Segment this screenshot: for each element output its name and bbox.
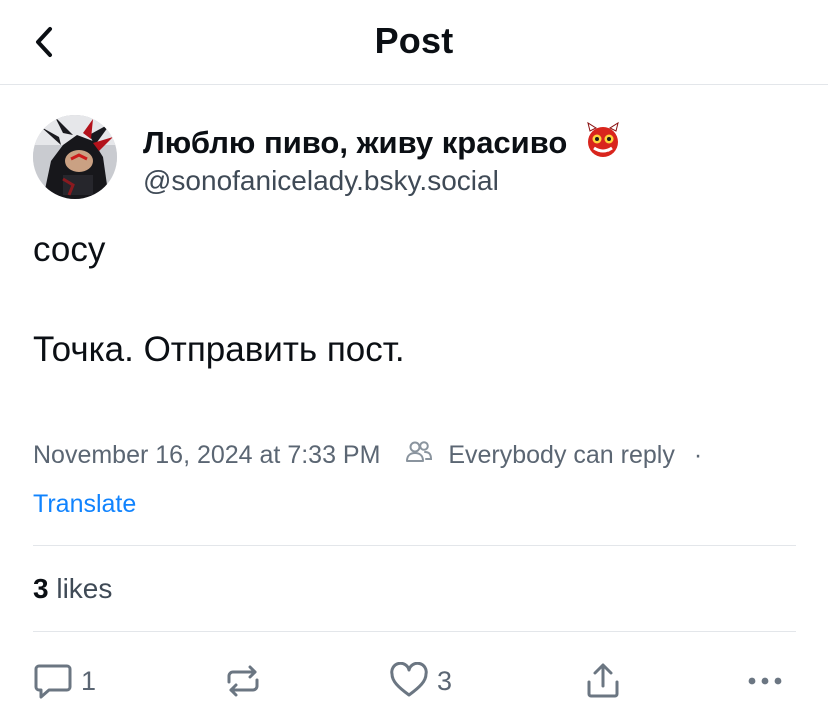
like-button[interactable]: 3 [389, 656, 452, 706]
repost-icon [227, 665, 259, 697]
top-bar: Post [0, 0, 828, 85]
like-count: 3 [437, 665, 453, 696]
share-button[interactable] [584, 656, 622, 706]
page-title: Post [374, 20, 454, 61]
reply-button[interactable]: 1 [33, 656, 96, 706]
ellipsis-icon [748, 677, 782, 685]
post-timestamp[interactable]: November 16, 2024 at 7:33 PM [33, 441, 380, 469]
people-icon [405, 440, 433, 471]
author-handle[interactable]: @sonofanicelady.bsky.social [143, 165, 499, 197]
devil-emoji-icon [584, 121, 622, 167]
comment-icon [34, 664, 72, 699]
avatar[interactable] [33, 115, 117, 199]
author-display-name[interactable]: Люблю пиво, живу красиво [143, 121, 622, 167]
likes-label: likes [56, 573, 113, 604]
divider [33, 545, 796, 546]
likes-number: 3 [33, 573, 49, 604]
repost-button[interactable] [223, 656, 263, 706]
divider [33, 631, 796, 632]
likes-count[interactable]: 3 likes [33, 573, 112, 605]
more-options-button[interactable] [747, 656, 783, 706]
post-text-line: сосу [33, 230, 106, 269]
display-name-text: Люблю пиво, живу красиво [143, 125, 568, 160]
reply-count: 1 [81, 665, 97, 696]
translate-link[interactable]: Translate [33, 490, 136, 519]
avatar-image [33, 115, 117, 199]
post-text-line: Точка. Отправить пост. [33, 330, 405, 369]
post-author: Люблю пиво, живу красиво @sonofanicelady… [33, 115, 813, 205]
post-actions: 1 3 [33, 656, 796, 706]
reply-setting[interactable]: Everybody can reply [448, 441, 675, 469]
share-icon [587, 663, 619, 698]
meta-separator: · [693, 441, 703, 469]
post-meta: November 16, 2024 at 7:33 PM Everybody c… [33, 440, 803, 471]
heart-icon [390, 662, 428, 697]
